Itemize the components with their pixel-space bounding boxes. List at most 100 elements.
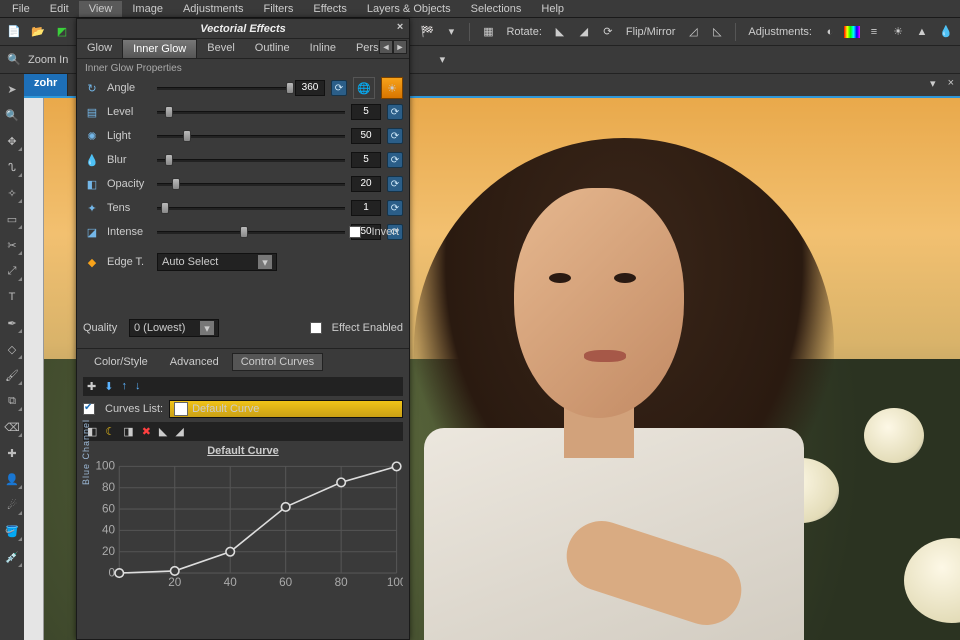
- shape-tool[interactable]: ◇: [3, 340, 21, 358]
- transform-tool[interactable]: ⤢: [3, 262, 21, 280]
- levels-icon[interactable]: ≡: [864, 22, 884, 42]
- light-slider[interactable]: [157, 129, 345, 143]
- lasso-tool[interactable]: ᔐ: [3, 158, 21, 176]
- quality-select[interactable]: 0 (Lowest) ▾: [129, 319, 219, 337]
- light-value[interactable]: 50: [351, 128, 381, 144]
- smudge-tool[interactable]: ☄: [3, 496, 21, 514]
- menu-image[interactable]: Image: [122, 1, 173, 17]
- move-tool[interactable]: ✥: [3, 132, 21, 150]
- grid-icon[interactable]: ▦: [478, 22, 498, 42]
- opacity-reset-button[interactable]: ⟳: [387, 176, 403, 192]
- curve-entry[interactable]: Default Curve: [169, 400, 403, 418]
- angle-globe-icon[interactable]: 🌐: [353, 77, 375, 99]
- level-reset-button[interactable]: ⟳: [387, 104, 403, 120]
- curve-op2-icon[interactable]: ☾: [105, 425, 115, 438]
- heal-tool[interactable]: ✚: [3, 444, 21, 462]
- droplet-icon[interactable]: 💧: [936, 22, 956, 42]
- pointer-tool[interactable]: ➤: [3, 80, 21, 98]
- tab-menu-icon[interactable]: ▾: [924, 74, 942, 96]
- eyedropper-tool[interactable]: 💉: [3, 548, 21, 566]
- fill-dropdown-icon[interactable]: ▾: [432, 50, 452, 70]
- rotate-cw-icon[interactable]: ◢: [574, 22, 594, 42]
- subtab-advanced[interactable]: Advanced: [161, 353, 228, 371]
- clone-tool[interactable]: ⧉: [3, 392, 21, 410]
- zoom-tool[interactable]: 🔍: [3, 106, 21, 124]
- app-icon[interactable]: ◩: [52, 22, 72, 42]
- menu-edit[interactable]: Edit: [40, 1, 79, 17]
- tens-reset-button[interactable]: ⟳: [387, 200, 403, 216]
- tab-close-icon[interactable]: ×: [942, 74, 960, 96]
- swatch-icon[interactable]: 🏁: [417, 22, 437, 42]
- opacity-slider[interactable]: [157, 177, 345, 191]
- add-curve-icon[interactable]: ✚: [87, 380, 96, 393]
- angle-value[interactable]: 360: [295, 80, 325, 96]
- invert-icon[interactable]: ▲: [912, 22, 932, 42]
- document-tab[interactable]: zohr: [24, 74, 68, 96]
- brush-tool[interactable]: 🖌: [3, 366, 21, 384]
- tabs-next-icon[interactable]: ►: [393, 40, 407, 54]
- menu-view[interactable]: View: [79, 1, 123, 17]
- dropdown-arrow-icon[interactable]: ▾: [441, 22, 461, 42]
- tens-value[interactable]: 1: [351, 200, 381, 216]
- eraser-tool[interactable]: ⌫: [3, 418, 21, 436]
- menu-filters[interactable]: Filters: [253, 1, 303, 17]
- opacity-value[interactable]: 20: [351, 176, 381, 192]
- angle-slider[interactable]: [157, 81, 289, 95]
- angle-sun-icon[interactable]: ☀: [381, 77, 403, 99]
- angle-reset-button[interactable]: ⟳: [331, 80, 347, 96]
- tens-slider[interactable]: [157, 201, 345, 215]
- move-down-icon[interactable]: ↓: [135, 380, 141, 393]
- pen-tool[interactable]: ✒: [3, 314, 21, 332]
- effect-enabled-checkbox[interactable]: [310, 322, 322, 334]
- text-tool[interactable]: T: [3, 288, 21, 306]
- level-value[interactable]: 5: [351, 104, 381, 120]
- open-icon[interactable]: 📂: [28, 22, 48, 42]
- crop-tool[interactable]: ✂: [3, 236, 21, 254]
- wand-tool[interactable]: ✧: [3, 184, 21, 202]
- rotate-free-icon[interactable]: ⟳: [598, 22, 618, 42]
- contrast-icon[interactable]: ◐: [820, 22, 840, 42]
- curves-list-checkbox[interactable]: [83, 403, 95, 415]
- menu-help[interactable]: Help: [531, 1, 574, 17]
- curve-color-swatch[interactable]: [174, 402, 188, 416]
- close-icon[interactable]: ×: [397, 21, 403, 33]
- move-up-icon[interactable]: ↑: [121, 380, 127, 393]
- hue-icon[interactable]: [844, 26, 860, 38]
- menu-adjustments[interactable]: Adjustments: [173, 1, 254, 17]
- light-reset-button[interactable]: ⟳: [387, 128, 403, 144]
- subtab-color-style[interactable]: Color/Style: [85, 353, 157, 371]
- bucket-tool[interactable]: 🪣: [3, 522, 21, 540]
- marquee-tool[interactable]: ▭: [3, 210, 21, 228]
- brightness-icon[interactable]: ☀: [888, 22, 908, 42]
- zoom-tool-icon[interactable]: 🔍: [4, 50, 24, 70]
- menu-layers-objects[interactable]: Layers & Objects: [357, 1, 461, 17]
- edge-select[interactable]: Auto Select ▾: [157, 253, 277, 271]
- new-doc-icon[interactable]: 📄: [4, 22, 24, 42]
- invert-checkbox[interactable]: [349, 226, 361, 238]
- panel-title-bar[interactable]: Vectorial Effects ×: [77, 19, 409, 39]
- flip-h-icon[interactable]: ◿: [683, 22, 703, 42]
- menu-file[interactable]: File: [2, 1, 40, 17]
- curve-flip-h-icon[interactable]: ◣: [159, 425, 167, 438]
- menu-effects[interactable]: Effects: [303, 1, 356, 17]
- flip-v-icon[interactable]: ◺: [707, 22, 727, 42]
- delete-curve-icon[interactable]: ✖: [142, 425, 151, 438]
- rotate-ccw-icon[interactable]: ◣: [550, 22, 570, 42]
- tabs-prev-icon[interactable]: ◄: [379, 40, 393, 54]
- curve-flip-v-icon[interactable]: ◢: [175, 425, 183, 438]
- blur-value[interactable]: 5: [351, 152, 381, 168]
- effect-tab-inner-glow[interactable]: Inner Glow: [122, 39, 197, 58]
- blur-slider[interactable]: [157, 153, 345, 167]
- effect-tab-inline[interactable]: Inline: [300, 39, 346, 58]
- intense-slider[interactable]: [157, 225, 345, 239]
- effect-tab-bevel[interactable]: Bevel: [197, 39, 245, 58]
- effect-tab-outline[interactable]: Outline: [245, 39, 300, 58]
- level-slider[interactable]: [157, 105, 345, 119]
- menu-selections[interactable]: Selections: [461, 1, 532, 17]
- effect-tab-glow[interactable]: Glow: [77, 39, 122, 58]
- dodge-tool[interactable]: 👤: [3, 470, 21, 488]
- curve-graph[interactable]: Default Curve Blue Channel 0204060801002…: [83, 445, 403, 605]
- blur-reset-button[interactable]: ⟳: [387, 152, 403, 168]
- import-curve-icon[interactable]: ⬇: [104, 380, 113, 393]
- curve-op3-icon[interactable]: ◨: [123, 425, 133, 438]
